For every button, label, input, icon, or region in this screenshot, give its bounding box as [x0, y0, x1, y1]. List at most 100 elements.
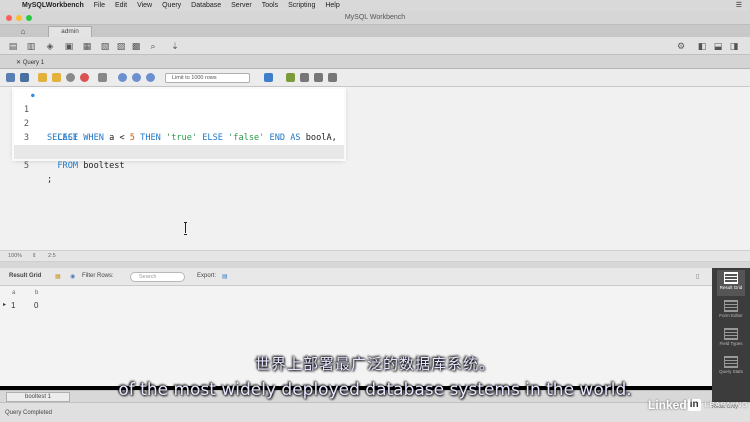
status-bar: Query Completed Read Only — [0, 402, 750, 422]
menu-edit[interactable]: Edit — [115, 2, 127, 9]
inspector-icon[interactable]: ◈ — [45, 41, 55, 51]
window-title-bar: MySQL Workbench — [0, 11, 750, 25]
code-token: ; — [47, 175, 53, 185]
column-header-a[interactable]: a — [12, 290, 15, 296]
logo-linked-text: Linked — [648, 398, 687, 412]
logo-learning-text: LEARNING — [704, 401, 749, 409]
subtitle-english: of the most widely deployed database sys… — [118, 380, 632, 400]
main-toolbar: ▤ ▥ ◈ ▣ ▦ ▧ ▨ ▩ ⌕ ⇣ ⚙ ◧ ⬓ ◨ — [0, 37, 750, 55]
invisible-characters-icon[interactable] — [314, 73, 323, 82]
menu-scripting[interactable]: Scripting — [288, 2, 315, 9]
query-tab-close-icon[interactable]: ✕ — [16, 60, 23, 66]
commit-icon[interactable] — [118, 73, 127, 82]
code-line: 3 CASE WHEN b > 0 THEN 'true' ELSE 'fals… — [14, 117, 344, 157]
code-token: booltest — [83, 161, 125, 171]
filter-search-input[interactable]: Search — [130, 272, 185, 282]
menu-database[interactable]: Database — [191, 2, 221, 9]
explain-icon[interactable] — [66, 73, 75, 82]
cell-a[interactable]: 1 — [11, 301, 15, 310]
menu-tools[interactable]: Tools — [262, 2, 278, 9]
editor-status-row: 100% ⇕ 2:5 — [0, 250, 750, 262]
grid-icon[interactable]: ▦ — [55, 273, 61, 280]
side-field-types-label: Field Types — [719, 341, 743, 346]
save-icon[interactable] — [20, 73, 29, 82]
code-line: 4 FROM booltest — [14, 131, 344, 171]
create-procedure-icon[interactable]: ▨ — [116, 41, 126, 51]
subtitle-chinese: 世界上部署最广泛的数据库系统。 — [254, 355, 495, 373]
code-text: ; — [47, 173, 52, 187]
side-result-grid-button[interactable]: Result Grid — [717, 270, 745, 296]
beautify-icon[interactable] — [286, 73, 295, 82]
open-file-icon[interactable] — [6, 73, 15, 82]
rollback-icon[interactable] — [132, 73, 141, 82]
toggle-output-icon[interactable]: ⬓ — [713, 41, 723, 51]
reconnect-icon[interactable]: ⇣ — [170, 41, 180, 51]
settings-icon[interactable]: ⚙ — [676, 41, 686, 51]
sql-code-panel[interactable]: 1 ● SELECT 2 CASE WHEN a < 5 THEN 'true'… — [14, 89, 344, 185]
ibeam-cursor-icon — [184, 222, 187, 235]
code-line: 1 ● SELECT — [14, 89, 344, 143]
result-grid-icon — [724, 272, 738, 284]
create-view-icon[interactable]: ▧ — [100, 41, 110, 51]
field-types-icon — [724, 328, 738, 340]
autocommit-icon[interactable] — [146, 73, 155, 82]
side-result-grid-label: Result Grid — [719, 285, 743, 290]
menu-file[interactable]: File — [94, 2, 105, 9]
connection-tab-admin[interactable]: admin — [48, 26, 92, 37]
menu-bar: MySQLWorkbench File Edit View Query Data… — [0, 0, 750, 11]
query-tab-bar: ✕ Query 1 — [0, 55, 750, 69]
create-function-icon[interactable]: ▩ — [131, 41, 141, 51]
code-token: FROM — [47, 161, 84, 171]
export-label: Export: — [197, 273, 217, 279]
home-icon[interactable]: ⌂ — [0, 26, 46, 37]
filter-rows-label: Filter Rows: — [82, 273, 114, 279]
statement-marker-icon: ● — [31, 92, 35, 99]
toggle-sidebar-icon[interactable]: ◧ — [697, 41, 707, 51]
menu-help[interactable]: Help — [325, 2, 339, 9]
code-line: 2 CASE WHEN a < 5 THEN 'true' ELSE 'fals… — [14, 103, 344, 143]
zoom-stepper-icon[interactable]: ⇕ — [32, 253, 37, 259]
word-wrap-icon[interactable] — [328, 73, 337, 82]
wrap-cell-icon[interactable]: ▯ — [696, 273, 699, 280]
status-text: Query Completed — [5, 410, 53, 416]
cell-b[interactable]: 0 — [34, 301, 38, 310]
find-replace-icon[interactable] — [300, 73, 309, 82]
code-text: FROM booltest — [47, 159, 125, 173]
code-line-active: 5 ; — [14, 145, 344, 185]
column-header-b[interactable]: b — [35, 290, 38, 296]
editor-toolbar: Limit to 1000 rows — [0, 69, 750, 87]
side-form-editor-label: Form Editor — [719, 313, 743, 318]
filter-icon[interactable]: ◉ — [70, 273, 75, 280]
toggle-secondary-sidebar-icon[interactable]: ◨ — [729, 41, 739, 51]
subtitle-overlay: 世界上部署最广泛的数据库系统。 of the most widely deplo… — [0, 353, 750, 400]
connection-tab-bar: ⌂ admin — [0, 25, 750, 37]
menu-server[interactable]: Server — [231, 2, 252, 9]
execute-icon[interactable] — [38, 73, 47, 82]
logo-in-box: in — [687, 399, 701, 411]
menu-app-name[interactable]: MySQLWorkbench — [22, 2, 84, 9]
execute-statement-icon[interactable] — [52, 73, 61, 82]
window-title: MySQL Workbench — [344, 14, 406, 21]
cursor-position: 2:5 — [48, 253, 56, 259]
side-form-editor-button[interactable]: Form Editor — [717, 298, 745, 324]
query-tab[interactable]: ✕ Query 1 — [6, 58, 54, 68]
menu-query[interactable]: Query — [162, 2, 181, 9]
export-icon[interactable]: ▤ — [222, 273, 228, 280]
open-sql-script-icon[interactable]: ▥ — [26, 41, 36, 51]
new-sql-tab-icon[interactable]: ▤ — [8, 41, 18, 51]
linkedin-learning-logo: Linked in LEARNING — [648, 398, 748, 412]
query-tab-label: Query 1 — [22, 60, 45, 66]
result-grid-label: Result Grid — [9, 273, 42, 279]
stop-icon[interactable] — [80, 73, 89, 82]
create-schema-icon[interactable]: ▣ — [64, 41, 74, 51]
menu-bar-list-icon[interactable]: ☰ — [736, 1, 742, 9]
toggle-errors-icon[interactable] — [98, 73, 107, 82]
limit-rows-select[interactable]: Limit to 1000 rows — [165, 73, 250, 83]
line-number: 5 — [23, 161, 29, 171]
zoom-level[interactable]: 100% — [8, 253, 22, 259]
search-table-data-icon[interactable]: ⌕ — [148, 41, 158, 51]
menu-view[interactable]: View — [137, 2, 152, 9]
create-table-icon[interactable]: ▦ — [82, 41, 92, 51]
add-to-snippets-icon[interactable] — [264, 73, 273, 82]
side-field-types-button[interactable]: Field Types — [717, 326, 745, 352]
